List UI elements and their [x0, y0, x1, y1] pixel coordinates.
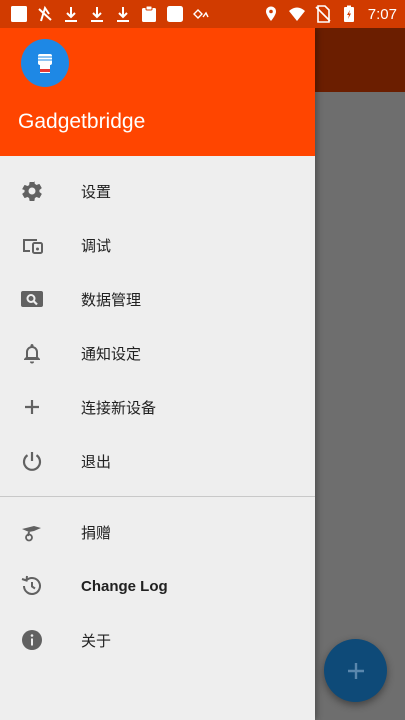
menu-item-donate[interactable]: 捐赠: [0, 505, 315, 559]
plus-icon: [19, 394, 45, 420]
add-device-fab[interactable]: [324, 639, 387, 702]
menu-label: 捐赠: [81, 523, 112, 542]
status-time: 7:07: [367, 5, 397, 23]
menu-label: 连接新设备: [81, 398, 157, 417]
menu-item-change-log[interactable]: Change Log: [0, 559, 315, 613]
menu-label: 退出: [81, 452, 112, 471]
no-signal-icon: [36, 5, 54, 23]
menu-item-quit[interactable]: 退出: [0, 434, 315, 488]
no-sim-icon: [314, 5, 332, 23]
clipboard-icon: [140, 5, 158, 23]
download-icon: [62, 5, 80, 23]
battery-charging-icon: [340, 5, 358, 23]
menu-item-connect-new-device[interactable]: 连接新设备: [0, 380, 315, 434]
status-bar: 7:07: [0, 0, 405, 28]
power-icon: [19, 448, 45, 474]
fist-icon: [38, 54, 52, 73]
menu-item-settings[interactable]: 设置: [0, 164, 315, 218]
wifi-icon: [288, 5, 306, 23]
bell-icon: [19, 340, 45, 366]
menu-item-debug[interactable]: 调试: [0, 218, 315, 272]
drawer-header: Gadgetbridge: [0, 28, 315, 156]
navigation-drawer: Gadgetbridge 设置 调试 数据管理 通知设定 连接新设备 退出 捐赠…: [0, 28, 315, 720]
menu-label: 通知设定: [81, 344, 142, 363]
menu-item-about[interactable]: 关于: [0, 613, 315, 667]
info-icon: [19, 627, 45, 653]
square-icon: [10, 5, 28, 23]
app-logo: [21, 39, 69, 87]
menu-item-data-management[interactable]: 数据管理: [0, 272, 315, 326]
plus-icon: [347, 662, 364, 679]
donate-icon: [19, 519, 45, 545]
menu-divider: [0, 496, 315, 497]
location-icon: [262, 5, 280, 23]
menu-label: Change Log: [81, 577, 168, 595]
download-icon: [88, 5, 106, 23]
devices-icon: [19, 232, 45, 258]
menu-label: 调试: [81, 236, 112, 255]
menu-label: 设置: [81, 182, 112, 201]
history-icon: [19, 573, 45, 599]
gear-icon: [19, 178, 45, 204]
download-icon: [114, 5, 132, 23]
data-search-icon: [19, 286, 45, 312]
menu-label: 数据管理: [81, 290, 142, 309]
square-icon: [166, 5, 184, 23]
app-name: Gadgetbridge: [18, 110, 146, 133]
drawer-menu: 设置 调试 数据管理 通知设定 连接新设备 退出 捐赠 Change Log 关…: [0, 156, 315, 667]
cast-icon: [192, 5, 210, 23]
menu-item-notification-settings[interactable]: 通知设定: [0, 326, 315, 380]
menu-label: 关于: [81, 631, 112, 650]
